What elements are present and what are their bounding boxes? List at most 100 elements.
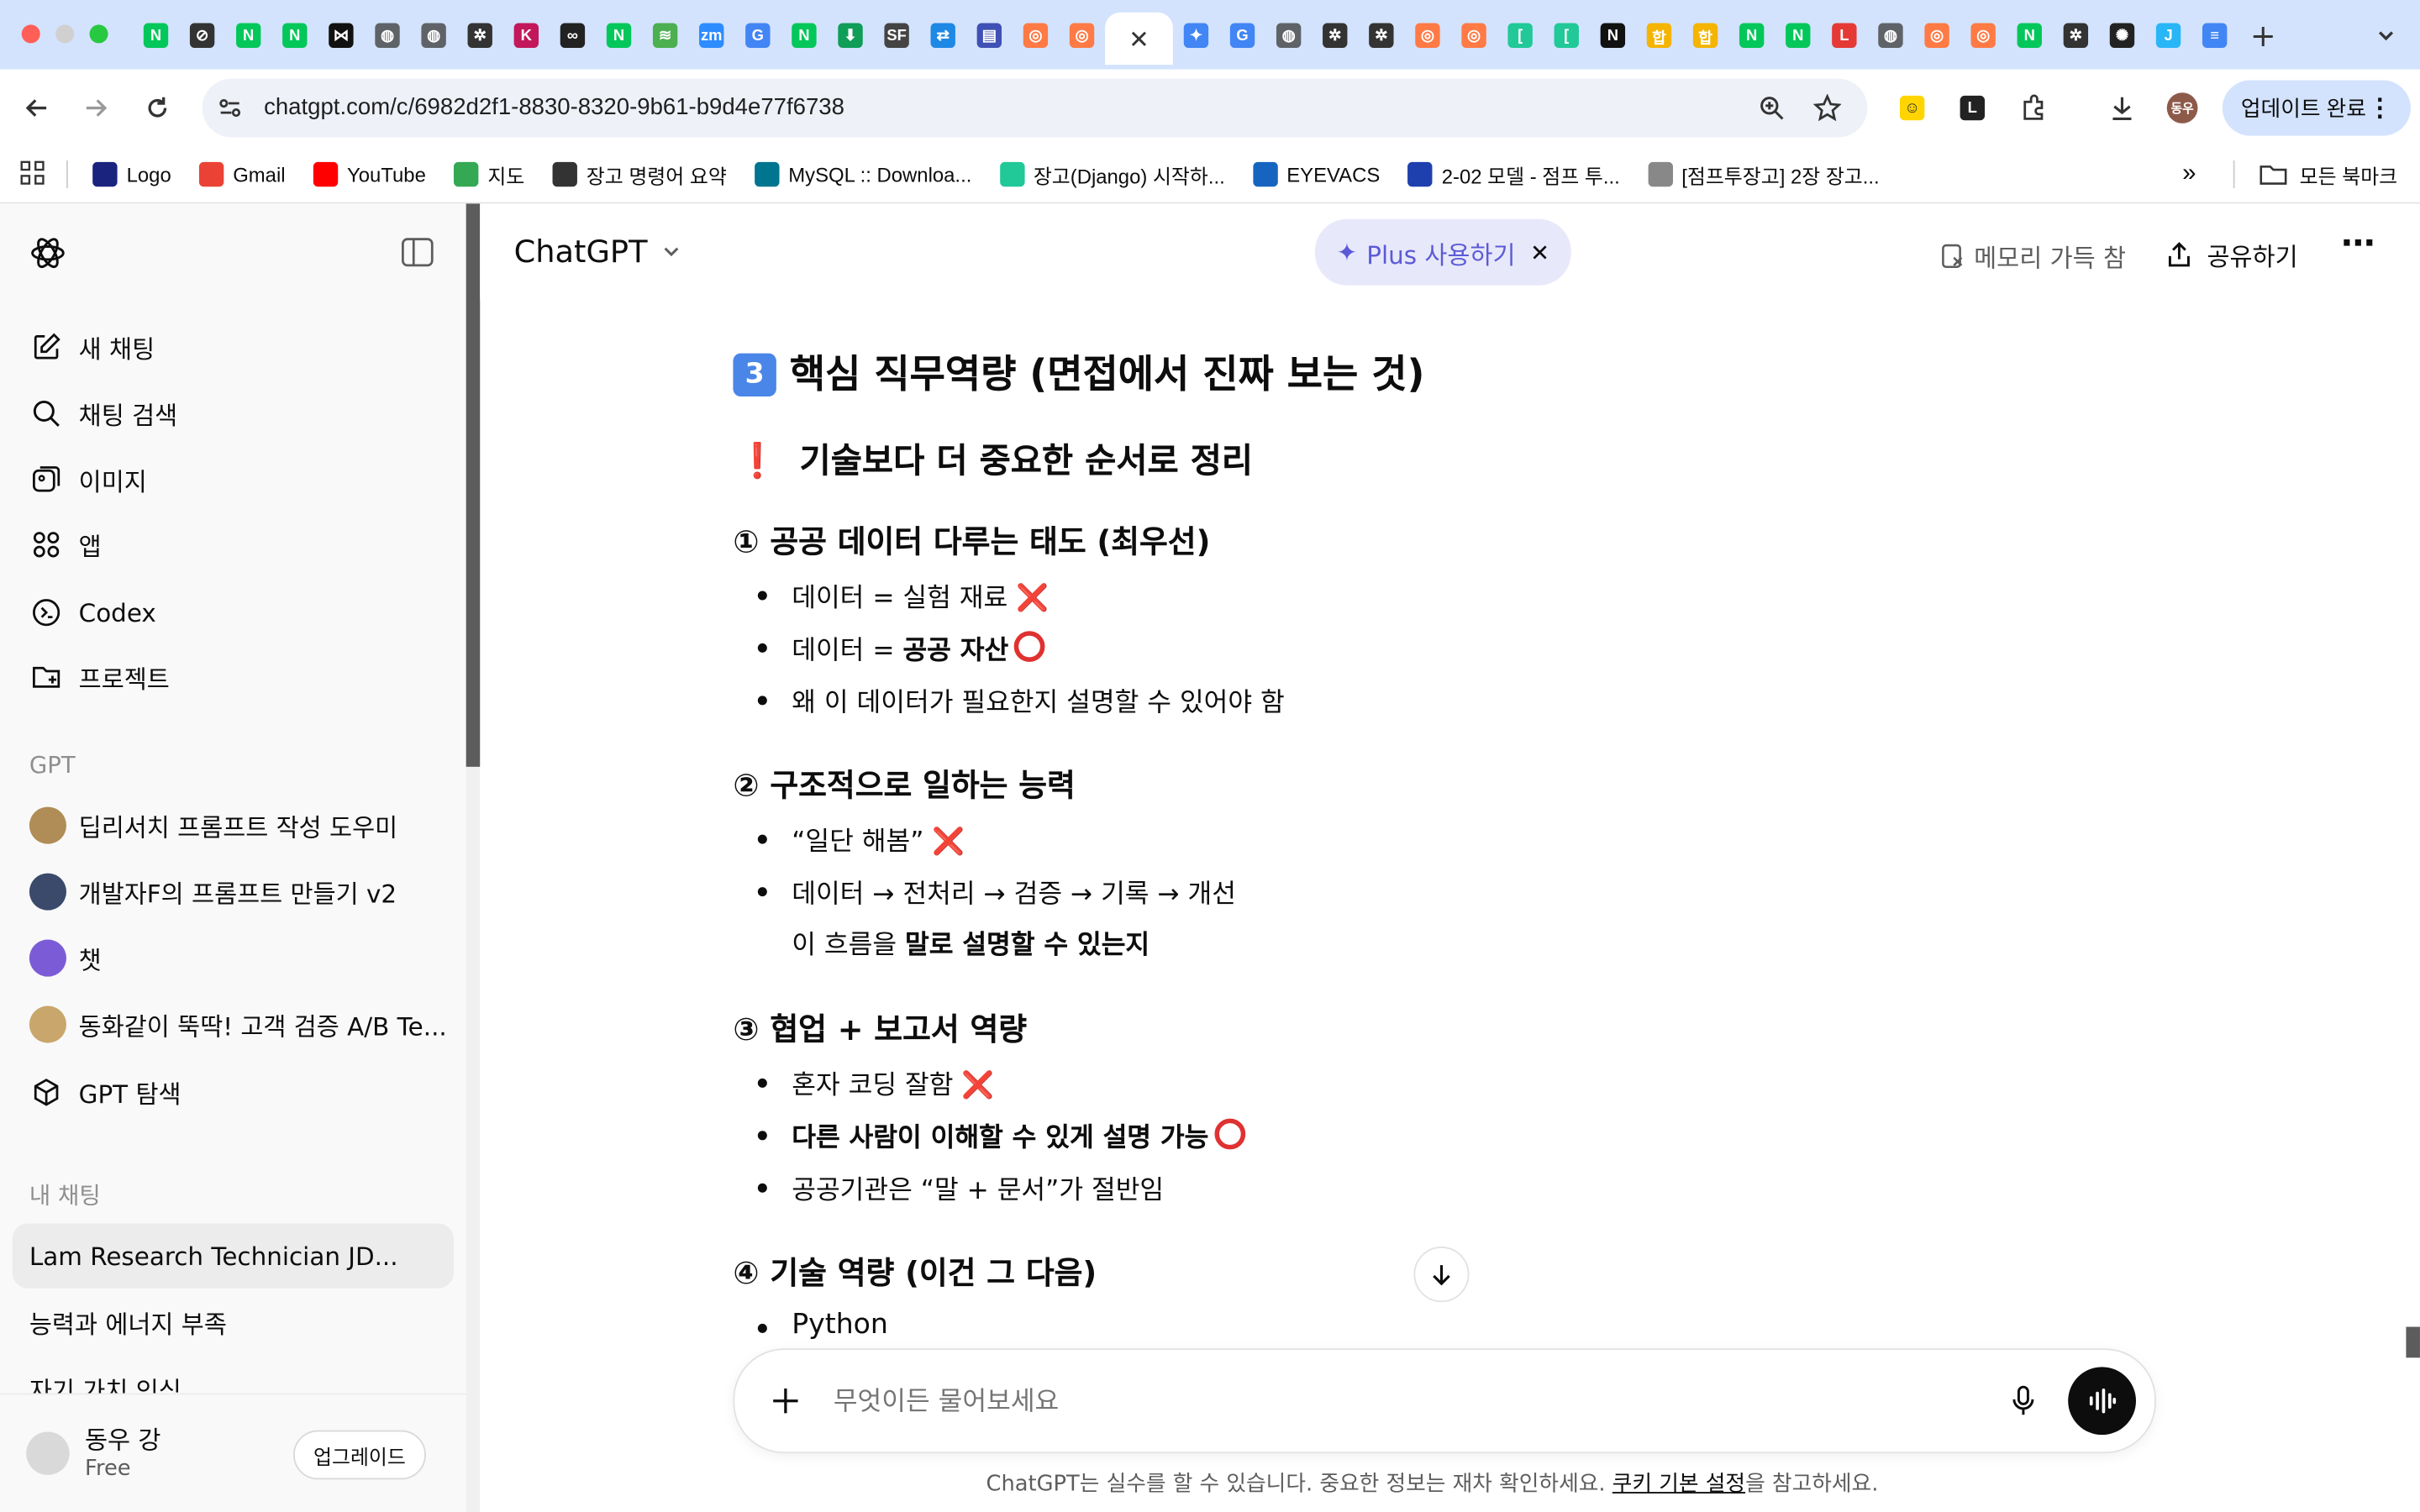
more-bookmarks-chevron-icon[interactable]: » [2182, 160, 2196, 188]
browser-tab[interactable]: ◎ [1059, 13, 1105, 59]
voice-mode-button[interactable] [2068, 1367, 2136, 1436]
browser-tab[interactable]: N [1728, 13, 1775, 59]
bookmark-star-icon[interactable] [1813, 94, 1842, 122]
minimize-window-button[interactable] [55, 24, 75, 44]
back-button[interactable] [17, 88, 57, 129]
browser-tab[interactable]: ⊘ [179, 13, 225, 59]
update-button[interactable]: 업데이트 완료 ⋮ [2222, 80, 2411, 136]
browser-tab[interactable]: 합 [1682, 13, 1728, 59]
prompt-input[interactable] [830, 1378, 1948, 1427]
browser-tab[interactable]: J [2145, 13, 2191, 59]
close-sidebar-icon[interactable] [402, 238, 434, 267]
browser-tab[interactable]: ▤ [966, 13, 1013, 59]
site-settings-icon[interactable] [218, 96, 242, 120]
close-tab-icon[interactable]: ✕ [1128, 24, 1150, 53]
browser-tab[interactable]: ◎ [1450, 13, 1497, 59]
browser-tab[interactable]: N [225, 13, 271, 59]
gpt-item[interactable]: 챗 [13, 929, 454, 988]
add-attachment-button[interactable] [765, 1381, 806, 1421]
browser-tab[interactable]: ◎ [1960, 13, 2007, 59]
main-scrollbar-thumb[interactable] [2406, 1326, 2420, 1358]
browser-tab[interactable]: L [1821, 13, 1867, 59]
bookmark-item[interactable]: 장고(Django) 시작하... [999, 160, 1225, 189]
browser-tab[interactable]: ✦ [1173, 13, 1219, 59]
bookmark-item[interactable]: 지도 [453, 160, 524, 189]
url-text[interactable]: chatgpt.com/c/6982d2f1-8830-8320-9b61-b9… [264, 94, 844, 120]
forward-button[interactable] [76, 88, 116, 129]
browser-tab[interactable]: N [2007, 13, 2053, 59]
upgrade-button[interactable]: 업그레이드 [292, 1430, 426, 1480]
openai-logo-icon[interactable] [29, 234, 66, 271]
bookmark-item[interactable]: 장고 명령어 요약 [552, 160, 727, 189]
browser-tab[interactable]: ≋ [642, 13, 688, 59]
chat-history-item[interactable]: Lam Research Technician JD... [12, 1223, 454, 1289]
sidebar-item-3[interactable]: 앱 [13, 515, 454, 574]
browser-tab[interactable]: [ [1497, 13, 1544, 59]
apps-grid-icon[interactable] [20, 160, 45, 189]
browser-tab[interactable]: ⬇ [827, 13, 873, 59]
reload-button[interactable] [137, 88, 177, 129]
active-tab[interactable]: ✕ [1105, 12, 1173, 66]
sidebar-item-0[interactable]: 새 채팅 [13, 318, 454, 376]
close-icon[interactable]: ✕ [1530, 239, 1549, 266]
dictate-button[interactable] [2003, 1381, 2044, 1421]
browser-tab[interactable]: ⇄ [920, 13, 966, 59]
bookmark-item[interactable]: 2-02 모델 - 점프 투... [1407, 160, 1620, 189]
new-tab-button[interactable]: + [2250, 17, 2276, 54]
browser-tab[interactable]: N [271, 13, 318, 59]
sidebar-item-4[interactable]: Codex [13, 583, 454, 642]
browser-tab[interactable]: N [1590, 13, 1636, 59]
browser-tab[interactable]: ◍ [1265, 13, 1312, 59]
browser-tab[interactable]: ✺ [2099, 13, 2145, 59]
bookmark-item[interactable]: Logo [92, 161, 171, 187]
browser-tab[interactable]: ≡ [2191, 13, 2238, 59]
plus-upsell-pill[interactable]: ✦ Plus 사용하기 ✕ [1314, 218, 1571, 286]
bookmark-item[interactable]: [점프투장고] 2장 장고... [1647, 160, 1880, 189]
browser-tab[interactable]: zm [688, 13, 734, 59]
browser-tab[interactable]: ◍ [1867, 13, 1913, 59]
browser-tab[interactable]: ◍ [364, 13, 410, 59]
zoom-window-button[interactable] [89, 24, 108, 44]
browser-tab[interactable]: N [781, 13, 827, 59]
extension-icon[interactable]: ☺ [1892, 88, 1933, 129]
browser-tab[interactable]: SF [874, 13, 920, 59]
memory-full-indicator[interactable]: 메모리 가득 참 [1940, 238, 2126, 275]
sidebar-item-1[interactable]: 채팅 검색 [13, 384, 454, 443]
user-account-area[interactable]: 동우 강 Free 업그레이드 [0, 1393, 466, 1512]
browser-tab[interactable]: ◍ [411, 13, 457, 59]
browser-tab[interactable]: ✲ [1358, 13, 1404, 59]
share-button[interactable]: 공유하기 [2165, 236, 2298, 273]
browser-tab[interactable]: ⋈ [318, 13, 364, 59]
browser-tab[interactable]: ◎ [1013, 13, 1059, 59]
browser-tab[interactable]: 합 [1636, 13, 1682, 59]
profile-avatar[interactable]: 동우 [2162, 88, 2202, 129]
gpt-item[interactable]: 딥리서치 프롬프트 작성 도우미 [13, 796, 454, 855]
more-options-icon[interactable]: ⋯ [2341, 225, 2375, 264]
chat-history-item[interactable]: 능력과 에너지 부족 [13, 1289, 454, 1354]
bookmark-item[interactable]: MySQL :: Downloa... [754, 161, 971, 187]
browser-tab[interactable]: N [133, 13, 179, 59]
cookie-preferences-link[interactable]: 쿠키 기본 설정 [1612, 1472, 1745, 1496]
sidebar-scrollbar-thumb[interactable] [466, 203, 481, 767]
browser-tab[interactable]: N [596, 13, 642, 59]
bookmark-item[interactable]: EYEVACS [1252, 161, 1380, 187]
browser-tab[interactable]: N [1775, 13, 1821, 59]
browser-tab[interactable]: ✲ [2053, 13, 2099, 59]
tab-search-button[interactable] [2365, 14, 2407, 57]
gpt-item[interactable]: 동화같이 뚝딱! 고객 검증 A/B Te... [13, 995, 454, 1054]
zoom-icon[interactable] [1758, 94, 1786, 122]
browser-tab[interactable]: ◎ [1914, 13, 1960, 59]
extensions-puzzle-icon[interactable] [2014, 88, 2054, 129]
browser-tab[interactable]: G [734, 13, 781, 59]
model-selector[interactable]: ChatGPT [514, 233, 681, 270]
scroll-to-bottom-button[interactable] [1413, 1247, 1470, 1303]
browser-tab[interactable]: G [1219, 13, 1265, 59]
browser-tab[interactable]: [ [1544, 13, 1590, 59]
address-bar[interactable]: chatgpt.com/c/6982d2f1-8830-8320-9b61-b9… [202, 78, 1868, 138]
browser-tab[interactable]: ✲ [457, 13, 503, 59]
downloads-icon[interactable] [2102, 88, 2143, 129]
browser-tab[interactable]: ∞ [550, 13, 596, 59]
sidebar-item-2[interactable]: 이미지 [13, 450, 454, 509]
sidebar-item-5[interactable]: 프로젝트 [13, 648, 454, 706]
browser-tab[interactable]: ✲ [1312, 13, 1358, 59]
